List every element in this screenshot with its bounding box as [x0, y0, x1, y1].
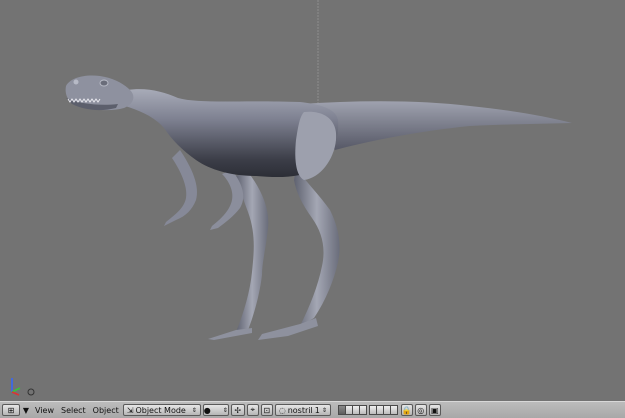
object-icon: ◌ — [278, 405, 286, 415]
shading-dropdown[interactable]: ● ⇕ — [202, 404, 229, 416]
manipulator-icon: ⌖ — [250, 405, 255, 414]
object-mode-icon: ⇲ — [126, 405, 134, 415]
dinosaur-near-hind-leg — [294, 168, 340, 326]
object-origin-marker — [27, 388, 35, 396]
dropdown-arrows-icon: ⇕ — [321, 406, 327, 414]
lock-layers-button[interactable]: 🔒 — [400, 404, 413, 416]
viewport-canvas — [11, 0, 572, 396]
axis-gizmo — [11, 378, 21, 396]
transform-orientation-icon: ⊡ — [263, 405, 271, 415]
layers-group-right[interactable] — [368, 405, 398, 415]
dinosaur-model[interactable] — [65, 75, 572, 340]
object-name-value: 1 — [314, 405, 320, 415]
3d-viewport[interactable] — [0, 0, 625, 401]
dinosaur-thigh — [295, 111, 337, 180]
triangle-down-icon: ▼ — [22, 405, 30, 415]
header-collapse-toggle[interactable]: ▼ — [22, 404, 30, 416]
dinosaur-near-foot — [258, 318, 318, 340]
mode-dropdown[interactable]: ⇲ Object Mode ⇕ — [122, 404, 201, 416]
transform-orientation-button[interactable]: ⊡ — [260, 404, 273, 416]
menu-view[interactable]: View — [35, 406, 54, 415]
lock-icon: 🔒 — [401, 405, 412, 415]
dropdown-arrows-icon: ⇕ — [222, 406, 228, 414]
dinosaur-nostril — [73, 79, 79, 85]
dinosaur-eye — [99, 79, 109, 87]
render-button[interactable]: ▣ — [428, 404, 441, 416]
camera-button[interactable]: ◎ — [414, 404, 427, 416]
3d-view-icon: ⊞ — [7, 405, 15, 415]
editor-type-button[interactable]: ⊞ — [2, 404, 20, 416]
pivot-dropdown[interactable]: ✢ — [230, 404, 245, 416]
solid-sphere-icon: ● — [203, 405, 211, 415]
manipulator-toggle[interactable]: ⌖ — [246, 404, 259, 416]
dinosaur-tail — [300, 101, 572, 150]
layer-button[interactable] — [358, 405, 367, 415]
layer-button[interactable] — [389, 405, 398, 415]
3d-view-header: ⊞ ▼ View Select Object ⇲ Object Mode ⇕ ●… — [0, 401, 625, 418]
object-name-label: nostril — [287, 405, 313, 415]
object-name-field[interactable]: ◌ nostril 1 ⇕ — [274, 404, 331, 416]
menu-object[interactable]: Object — [93, 406, 119, 415]
camera-icon: ◎ — [417, 405, 425, 415]
dinosaur-far-foot — [208, 328, 252, 340]
render-icon: ▣ — [430, 405, 439, 415]
dinosaur-far-arm — [164, 150, 198, 226]
menu-select[interactable]: Select — [61, 406, 86, 415]
mode-label: Object Mode — [135, 405, 186, 415]
dropdown-arrows-icon: ⇕ — [191, 406, 197, 414]
layers-group-left[interactable] — [337, 405, 367, 415]
pivot-icon: ✢ — [234, 405, 242, 415]
